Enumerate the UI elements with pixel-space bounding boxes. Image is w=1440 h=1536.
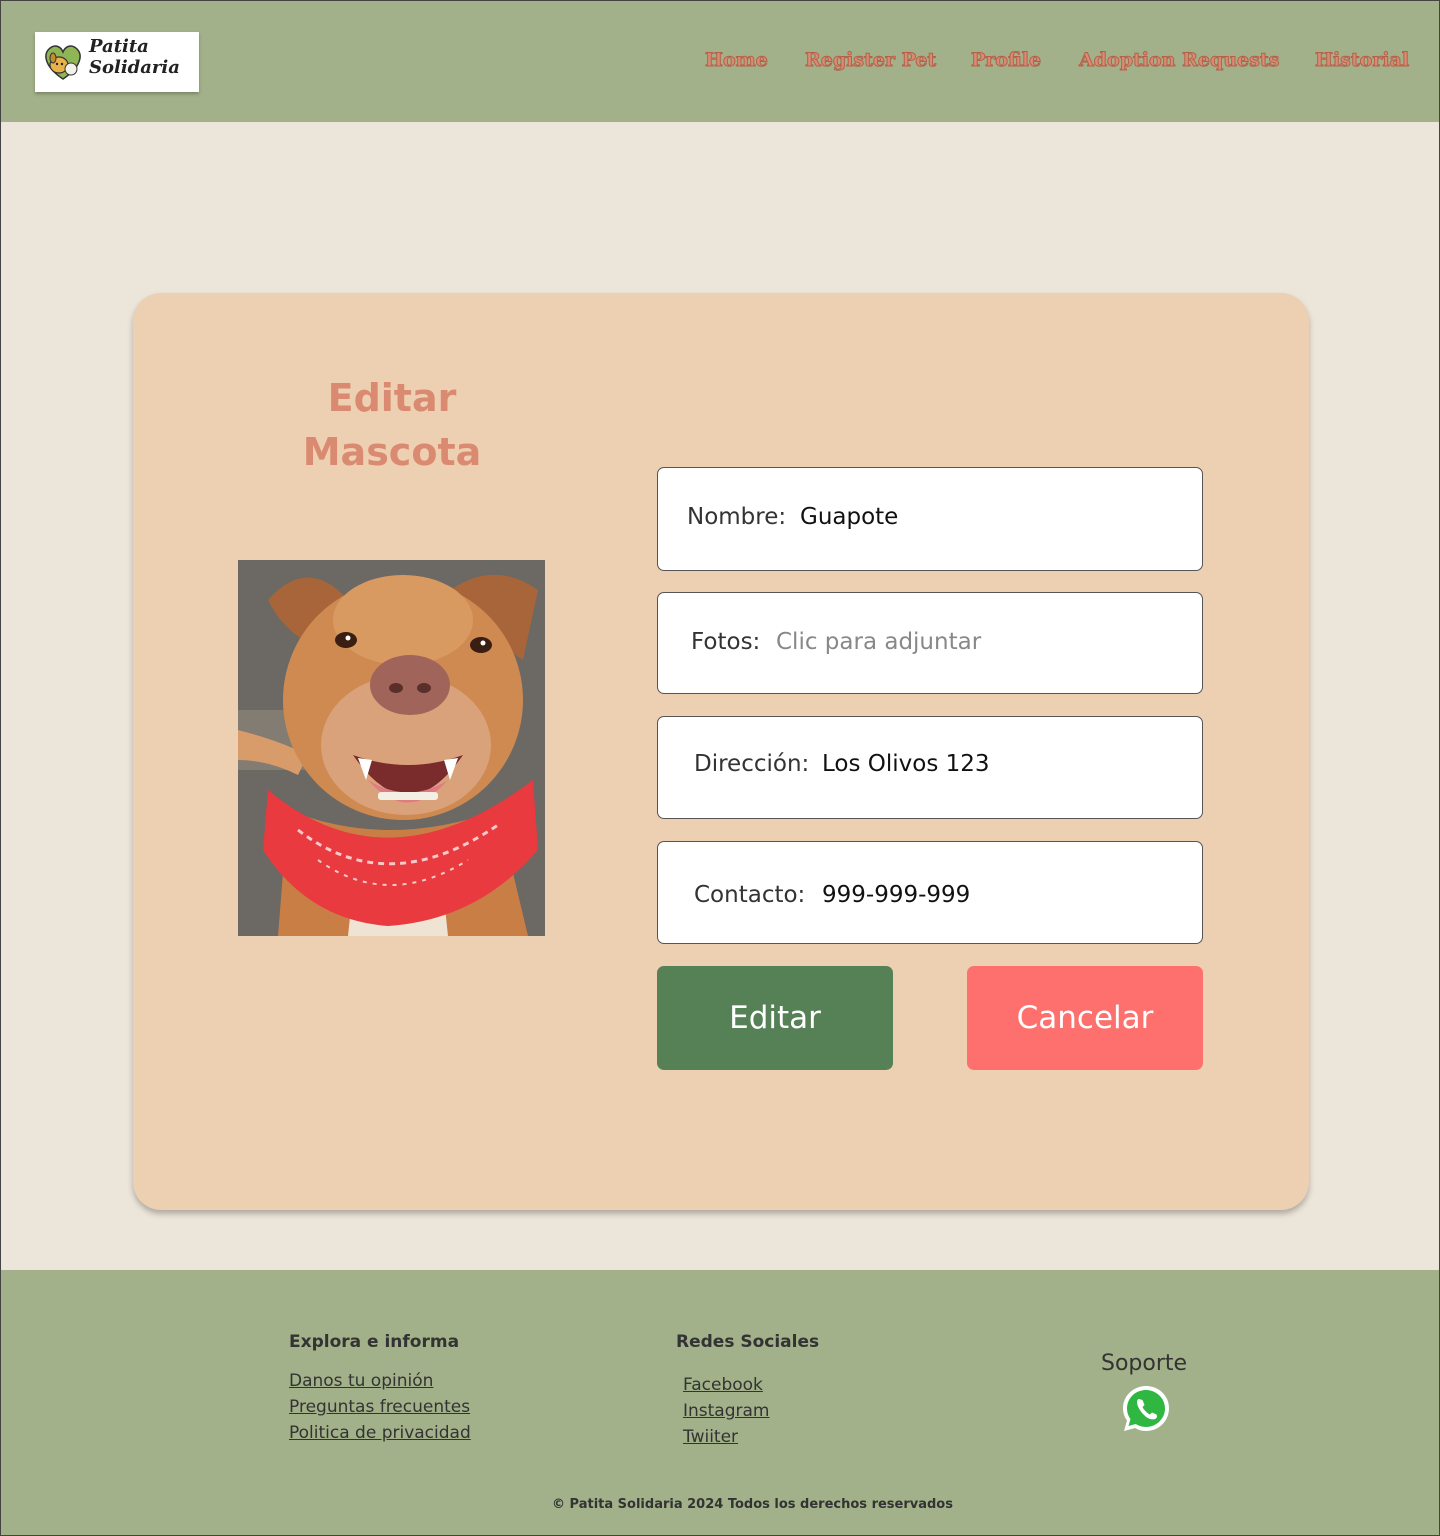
address-field[interactable]: Dirección: xyxy=(657,716,1203,819)
pet-photo xyxy=(238,560,545,936)
address-input[interactable] xyxy=(822,751,1182,777)
address-label: Dirección: xyxy=(694,751,810,777)
name-label: Nombre: xyxy=(687,504,787,530)
contact-label: Contacto: xyxy=(694,882,806,908)
title-line1: Editar xyxy=(327,376,457,420)
footer-explore: Explora e informa Danos tu opinión Pregu… xyxy=(289,1332,471,1446)
footer-link-facebook[interactable]: Facebook xyxy=(683,1372,819,1398)
edit-button[interactable]: Editar xyxy=(657,966,893,1070)
contact-field[interactable]: Contacto: xyxy=(657,841,1203,944)
cancel-button[interactable]: Cancelar xyxy=(967,966,1203,1070)
page-title: Editar Mascota xyxy=(283,371,501,479)
nav-adoption-requests[interactable]: Adoption Requests xyxy=(1078,49,1279,72)
title-line2: Mascota xyxy=(302,430,482,474)
dog-image xyxy=(238,560,545,936)
main-nav: Home Register Pet Profile Adoption Reque… xyxy=(1,49,1439,79)
nav-profile[interactable]: Profile xyxy=(970,49,1041,72)
nav-register-pet[interactable]: Register Pet xyxy=(804,49,936,72)
photos-field[interactable]: Fotos: Clic para adjuntar xyxy=(657,592,1203,694)
footer-social: Redes Sociales Facebook Instagram Twiite… xyxy=(676,1332,819,1450)
footer-social-heading: Redes Sociales xyxy=(676,1332,820,1352)
photos-label: Fotos: xyxy=(691,629,761,655)
nav-home[interactable]: Home xyxy=(705,49,769,72)
footer-explore-heading: Explora e informa xyxy=(289,1332,460,1352)
copyright: © Patita Solidaria 2024 Todos los derech… xyxy=(552,1497,953,1512)
support-title: Soporte xyxy=(1101,1351,1188,1376)
footer-link-instagram[interactable]: Instagram xyxy=(683,1398,819,1424)
footer-link-twitter[interactable]: Twiiter xyxy=(683,1424,819,1450)
name-input[interactable] xyxy=(800,504,1180,530)
photos-upload-placeholder[interactable]: Clic para adjuntar xyxy=(776,629,981,655)
site-footer: Explora e informa Danos tu opinión Pregu… xyxy=(1,1270,1439,1535)
site-header: Patita Solidaria Home Register Pet Profi… xyxy=(1,1,1439,122)
footer-link-opinion[interactable]: Danos tu opinión xyxy=(289,1368,471,1394)
nav-historial[interactable]: Historial xyxy=(1314,49,1409,72)
whatsapp-icon[interactable] xyxy=(1121,1384,1171,1434)
name-field[interactable]: Nombre: xyxy=(657,467,1203,571)
contact-input[interactable] xyxy=(822,882,1182,908)
edit-pet-card: Editar Mascota Nombre: Guapote Fotos: Cl… xyxy=(133,293,1309,1210)
footer-link-privacy[interactable]: Politica de privacidad xyxy=(289,1420,471,1446)
footer-link-faq[interactable]: Preguntas frecuentes xyxy=(289,1394,471,1420)
